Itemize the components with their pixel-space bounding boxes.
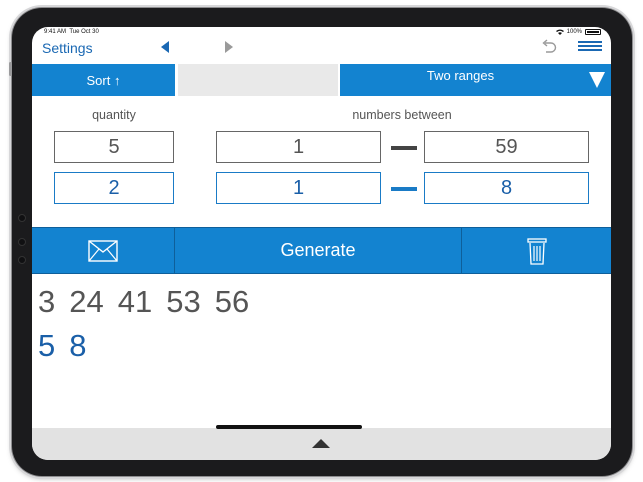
battery-icon bbox=[585, 29, 601, 35]
bonus-numbers-row: 58 bbox=[38, 328, 101, 364]
dropdown-triangle-icon bbox=[589, 72, 605, 88]
bonus-number: 8 bbox=[69, 328, 87, 363]
triangle-left-icon[interactable] bbox=[159, 40, 171, 54]
battery-percent: 100% bbox=[566, 29, 582, 35]
status-time: 9:41 AM Tue Oct 30 bbox=[44, 29, 99, 35]
quantity-field-2[interactable] bbox=[54, 172, 174, 204]
trash-can-icon[interactable] bbox=[462, 228, 611, 273]
nav-bar: Settings bbox=[32, 37, 611, 64]
main-numbers-row: 3 24 41 53 56 bbox=[38, 284, 263, 320]
from-field-1[interactable] bbox=[216, 131, 381, 163]
quantity-label: quantity bbox=[92, 108, 136, 122]
settings-button[interactable]: Settings bbox=[42, 40, 93, 56]
envelope-icon[interactable] bbox=[32, 228, 175, 273]
mode-dropdown[interactable]: Two ranges bbox=[340, 64, 611, 96]
bottom-strip bbox=[32, 428, 611, 460]
numbers-between-label: numbers between bbox=[352, 108, 452, 122]
status-right: 100% bbox=[555, 29, 601, 35]
camera-dot bbox=[18, 256, 26, 264]
generate-button[interactable]: Generate bbox=[175, 228, 462, 273]
to-field-2[interactable] bbox=[424, 172, 589, 204]
mode-label: Two ranges bbox=[426, 68, 495, 83]
chevron-up-icon[interactable] bbox=[312, 439, 330, 448]
sort-button[interactable]: Sort ↑ bbox=[32, 64, 175, 96]
action-bar: Generate bbox=[32, 227, 611, 274]
home-indicator[interactable] bbox=[216, 425, 362, 429]
range-inputs: quantity numbers between bbox=[32, 96, 611, 227]
from-field-2[interactable] bbox=[216, 172, 381, 204]
app-screen: 9:41 AM Tue Oct 30 100% Settings Sort ↑ … bbox=[32, 27, 611, 460]
range-dash bbox=[391, 187, 417, 191]
hamburger-menu-icon[interactable] bbox=[578, 41, 602, 53]
status-bar: 9:41 AM Tue Oct 30 100% bbox=[32, 27, 611, 37]
results-area: 3 24 41 53 56 58 bbox=[32, 274, 611, 428]
camera-dot bbox=[18, 214, 26, 222]
result-number: 3 bbox=[38, 284, 56, 319]
quantity-field-1[interactable] bbox=[54, 131, 174, 163]
wifi-icon bbox=[555, 29, 564, 35]
bonus-number: 5 bbox=[38, 328, 56, 363]
blank-segment bbox=[178, 64, 338, 96]
result-number: 56 bbox=[214, 284, 250, 319]
undo-icon[interactable] bbox=[540, 38, 558, 56]
range-dash bbox=[391, 146, 417, 150]
to-field-1[interactable] bbox=[424, 131, 589, 163]
camera-dot bbox=[18, 238, 26, 246]
triangle-right-icon[interactable] bbox=[223, 40, 235, 54]
result-number: 24 bbox=[69, 284, 104, 319]
side-button bbox=[9, 62, 12, 76]
result-number: 41 bbox=[117, 284, 153, 319]
result-number: 53 bbox=[166, 284, 201, 319]
option-bar: Sort ↑ Two ranges bbox=[32, 64, 611, 96]
